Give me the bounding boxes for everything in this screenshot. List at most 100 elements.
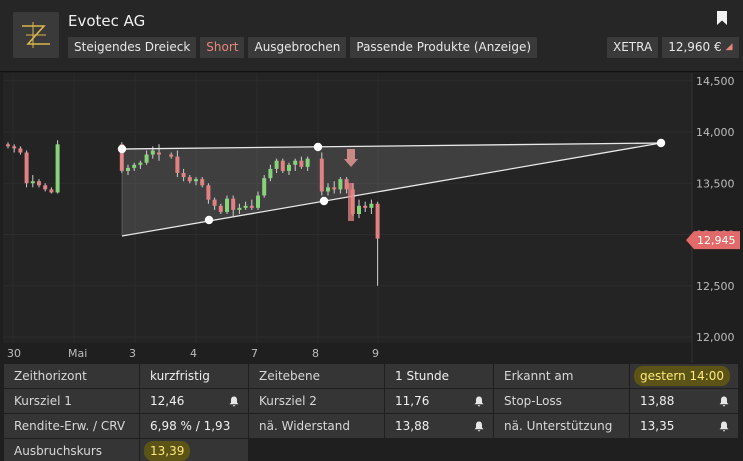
y-tick-label: 14,500 (696, 75, 735, 88)
detail-value: 13,88 (395, 419, 430, 433)
detail-value-cell: 12,46 (140, 389, 248, 413)
company-logo (13, 12, 59, 58)
candle-body (305, 158, 310, 167)
detail-value: 13,35 (640, 419, 675, 433)
pivot-point (117, 144, 127, 154)
bell-icon[interactable] (474, 421, 484, 432)
detail-value-cell: 13,88 (630, 389, 738, 413)
candle-body (369, 203, 374, 208)
candle-body (338, 179, 343, 190)
detail-value-cell: 11,76 (385, 389, 493, 413)
candle-body (268, 168, 273, 179)
candle-body (363, 205, 368, 208)
price-value: 12,960 € (668, 40, 722, 54)
candle-body (280, 160, 285, 171)
candle-body (293, 160, 298, 165)
detail-value: 1 Stunde (395, 369, 449, 383)
detail-label: Erkannt am (494, 364, 629, 388)
bookmark-icon[interactable] (717, 11, 727, 25)
company-name: Evotec AG (68, 12, 146, 30)
candle-body (181, 173, 186, 178)
detail-value-cell: 13,39 (140, 439, 248, 461)
candle-body (24, 152, 29, 184)
x-tick-label: 30 (7, 347, 21, 360)
candle-body (169, 154, 174, 157)
candle-body (49, 189, 54, 193)
candle-body (319, 158, 324, 192)
candle-body (299, 160, 304, 167)
y-tick-label: 12,000 (696, 331, 735, 344)
pivot-point (319, 196, 329, 206)
candle-body (55, 144, 60, 193)
pattern-tags: Steigendes Dreieck Short Ausgebrochen Pa… (68, 37, 538, 58)
x-tick-label: 9 (372, 347, 379, 360)
candle-body (6, 144, 10, 147)
detail-value: 11,76 (395, 394, 430, 408)
x-tick-label: Mai (68, 347, 87, 360)
candle-body (18, 148, 23, 153)
detail-value-cell: 13,35 (630, 414, 738, 438)
pivot-point (656, 138, 666, 148)
candle-body (243, 205, 248, 208)
bell-icon[interactable] (719, 396, 729, 407)
quote-info: XETRA 12,960 € ◢ (607, 37, 739, 58)
y-tick-label: 14,000 (696, 126, 735, 139)
detail-value-cell: 6,98 % / 1,93 (140, 414, 248, 438)
detail-value-cell: 1 Stunde (385, 364, 493, 388)
highlighted-value: gestern 14:00 (634, 366, 731, 386)
candle-body (30, 181, 35, 184)
price-chart[interactable]: 14,50014,00013,50013,00012,50012,00030Ma… (0, 73, 743, 363)
pattern-widget: Evotec AG Steigendes Dreieck Short Ausge… (0, 0, 743, 461)
candle-body (256, 195, 260, 208)
candle-body (12, 146, 17, 149)
direction-tag: Short (200, 37, 245, 58)
current-price-label: 12,945 (697, 234, 736, 247)
detail-value: 12,46 (150, 394, 185, 408)
candle-body (274, 160, 279, 169)
x-tick-label: 3 (129, 347, 136, 360)
x-tick-label: 4 (190, 347, 197, 360)
candle-body (357, 205, 361, 214)
bell-icon[interactable] (474, 396, 484, 407)
detail-label: Zeitebene (249, 364, 384, 388)
signal-details: Zeithorizont kurzfristig Zeitebene 1 Stunde… (0, 363, 743, 461)
x-tick-label: 8 (312, 347, 319, 360)
plot-area (3, 73, 692, 343)
highlighted-value: 13,39 (144, 441, 191, 461)
candle-body (43, 185, 48, 190)
y-tick-label: 12,500 (696, 280, 735, 293)
x-tick-label: 7 (251, 347, 258, 360)
candle-body (200, 179, 205, 186)
bell-icon[interactable] (229, 396, 239, 407)
chart-canvas: 14,50014,00013,50013,00012,50012,00030Ma… (3, 73, 740, 363)
price-tag: 12,960 € ◢ (662, 37, 739, 58)
detail-value: 13,88 (640, 394, 675, 408)
detail-label: Kursziel 2 (249, 389, 384, 413)
candle-body (287, 164, 291, 171)
detail-label: nä. Unterstützung (494, 414, 629, 438)
detail-value-cell: kurzfristig (140, 364, 248, 388)
candle-body (157, 152, 161, 155)
bell-icon[interactable] (719, 421, 729, 432)
pivot-point (204, 215, 214, 225)
candle-body (175, 156, 180, 173)
candle-body (262, 178, 267, 196)
detail-label: nä. Widerstand (249, 414, 384, 438)
detail-label: Ausbruchskurs (4, 439, 139, 461)
detail-label: Zeithorizont (4, 364, 139, 388)
pivot-point (313, 142, 323, 152)
matching-products-link[interactable]: Passende Produkte (Anzeige) (350, 37, 538, 58)
candle-body (375, 203, 380, 239)
detail-value-cell: gestern 14:00 (630, 364, 738, 388)
candle-body (37, 181, 41, 186)
candle-body (150, 150, 155, 155)
triangle-marker-icon: ◢ (725, 42, 733, 52)
detail-value: 6,98 % / 1,93 (150, 419, 231, 433)
candle-body (206, 185, 211, 200)
candle-body (194, 179, 198, 182)
candle-body (126, 167, 130, 171)
candle-body (138, 162, 143, 165)
breakout-bar (348, 183, 354, 221)
candle-body (225, 198, 229, 212)
detail-value: kurzfristig (150, 369, 210, 383)
